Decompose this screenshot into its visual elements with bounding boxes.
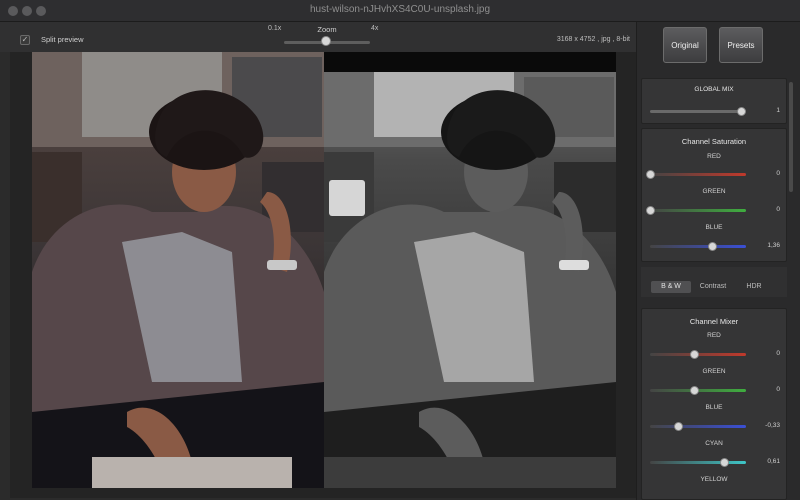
saturation-blue-slider-track[interactable] xyxy=(650,245,746,248)
mixer-green-slider-knob[interactable] xyxy=(690,386,699,395)
global-mix-slider-knob[interactable] xyxy=(737,107,746,116)
mixer-cyan-slider-knob[interactable] xyxy=(720,458,729,467)
mixer-red-value[interactable]: 0 xyxy=(756,350,780,357)
mixer-yellow-label: YELLOW xyxy=(700,476,728,483)
mixer-blue-slider-knob[interactable] xyxy=(674,422,683,431)
mixer-red-label: RED xyxy=(707,332,721,339)
mixer-cyan-value[interactable]: 0,61 xyxy=(756,458,780,465)
global-mix-value[interactable]: 1 xyxy=(756,107,780,114)
adjustments-sidebar: Original Presets GLOBAL MIX 1 Channel Sa… xyxy=(636,22,800,500)
channel-mixer-title: Channel Mixer xyxy=(689,317,739,326)
presets-button[interactable]: Presets xyxy=(719,27,763,63)
mode-hdr-tab[interactable]: HDR xyxy=(737,281,771,293)
split-preview-checkbox[interactable]: ✓ xyxy=(20,35,30,45)
toolbar: ✓ Split preview 0.1x Zoom 4x 3168 x 4752… xyxy=(0,22,636,52)
saturation-red-slider-knob[interactable] xyxy=(646,170,655,179)
saturation-red-slider-track[interactable] xyxy=(650,173,746,176)
mode-bw-tab[interactable]: B & W xyxy=(651,281,691,293)
zoom-label: Zoom xyxy=(317,25,337,34)
saturation-green-value[interactable]: 0 xyxy=(756,206,780,213)
window-title: hust-wilson-nJHvhXS4C0U-unsplash.jpg xyxy=(309,4,491,15)
saturation-green-label: GREEN xyxy=(702,188,726,195)
mixer-blue-label: BLUE xyxy=(705,404,723,411)
saturation-blue-value[interactable]: 1,36 xyxy=(756,242,780,249)
preview-canvas[interactable] xyxy=(10,52,636,498)
mode-contrast-tab[interactable]: Contrast xyxy=(693,281,733,293)
image-info: 3168 x 4752 , jpg , 8-bit xyxy=(556,36,630,43)
title-bar: hust-wilson-nJHvhXS4C0U-unsplash.jpg xyxy=(0,0,800,22)
mode-segmented-control: B & W Contrast HDR xyxy=(641,267,787,297)
original-photo xyxy=(32,52,324,488)
mixer-blue-value[interactable]: -0,33 xyxy=(756,422,780,429)
saturation-blue-slider-knob[interactable] xyxy=(708,242,717,251)
zoom-slider-knob[interactable] xyxy=(321,36,331,46)
portrait-color-illustration xyxy=(32,52,324,488)
saturation-green-slider-track[interactable] xyxy=(650,209,746,212)
portrait-bw-illustration xyxy=(324,52,616,488)
mixer-red-slider-knob[interactable] xyxy=(690,350,699,359)
processed-photo-bw xyxy=(324,52,616,488)
split-preview-label: Split preview xyxy=(41,35,84,44)
global-mix-panel: GLOBAL MIX 1 xyxy=(641,78,787,124)
sidebar-scrollbar[interactable] xyxy=(789,82,793,192)
zoom-max-label: 4x xyxy=(371,25,379,32)
global-mix-slider-track[interactable] xyxy=(650,110,746,113)
mixer-green-value[interactable]: 0 xyxy=(756,386,780,393)
mixer-green-label: GREEN xyxy=(702,368,726,375)
mixer-blue-slider-track[interactable] xyxy=(650,425,746,428)
mixer-cyan-label: CYAN xyxy=(705,440,723,447)
original-button[interactable]: Original xyxy=(663,27,707,63)
saturation-green-slider-knob[interactable] xyxy=(646,206,655,215)
saturation-blue-label: BLUE xyxy=(705,224,723,231)
global-mix-title: GLOBAL MIX xyxy=(694,86,734,93)
saturation-red-label: RED xyxy=(707,153,721,160)
channel-saturation-title: Channel Saturation xyxy=(681,137,747,146)
channel-saturation-panel: Channel Saturation RED 0 GREEN 0 BLUE 1,… xyxy=(641,128,787,262)
channel-mixer-panel: Channel Mixer RED 0 GREEN 0 BLUE -0,33 C… xyxy=(641,308,787,500)
zoom-min-label: 0.1x xyxy=(268,25,282,32)
mixer-cyan-slider-track[interactable] xyxy=(650,461,746,464)
saturation-red-value[interactable]: 0 xyxy=(756,170,780,177)
